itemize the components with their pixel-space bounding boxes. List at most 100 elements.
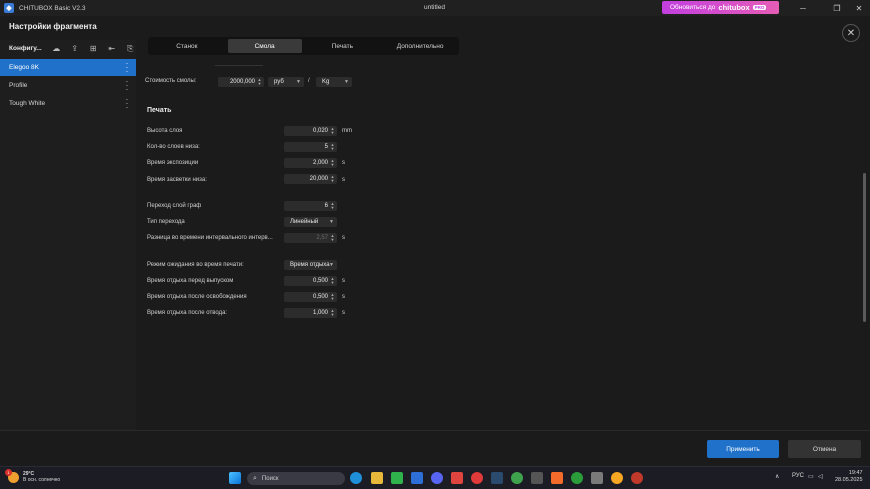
rest-after-lift-input[interactable]: 0,500 ▲ ▼ [284,292,337,302]
tab-machine[interactable]: Станок [150,39,224,53]
upgrade-brand: chitubox [718,3,750,12]
exposure-input[interactable]: 2,000 ▲ ▼ [284,158,337,168]
layer-height-value: 0,020 [312,128,328,134]
weight-unit-value: Kg [322,79,330,85]
close-icon: ✕ [855,3,863,13]
bottom-layers-input[interactable]: 5 ▲ ▼ [284,142,337,152]
spinner-arrows-icon[interactable]: ▲ ▼ [330,202,335,210]
network-icon[interactable]: ▭ [808,473,814,480]
wait-mode-label: Режим ожидания во время печати: [147,262,244,268]
chevron-down-icon: ▼ [329,219,334,225]
start-windows-icon[interactable] [229,472,241,484]
settings-tabs: Станок Смола Печать Дополнительно [148,37,459,55]
spinner-arrows-icon[interactable]: ▲ ▼ [330,309,335,317]
interval-diff-value: 2,57 [316,235,328,241]
spinner-arrows-icon[interactable]: ▲ ▼ [330,127,335,135]
transition-type-select[interactable]: Линейный ▼ [284,217,337,227]
weight-unit-select[interactable]: Kg ▼ [316,77,352,87]
spinner-arrows-icon[interactable]: ▲ ▼ [330,293,335,301]
app-icon[interactable] [591,472,603,484]
tray-chevron-icon[interactable]: ∧ [775,473,779,480]
excel-icon[interactable] [391,472,403,484]
clock-time: 19:47 [848,470,863,476]
more-options-icon[interactable]: · · · [125,60,129,76]
rest-before-lift-input[interactable]: 0,500 ▲ ▼ [284,276,337,286]
cloud-download-icon[interactable]: ☁ [51,43,63,55]
resin-cost-input[interactable]: 2000,000 ▲ ▼ [218,77,264,87]
exposure-value: 2,000 [312,160,328,166]
utorrent-icon[interactable] [511,472,523,484]
app-icon[interactable] [631,472,643,484]
language-indicator[interactable]: РУС [792,473,804,479]
print-section-title: Печать [147,107,172,114]
upgrade-text: Обновиться до [670,4,716,11]
wait-mode-select[interactable]: Время отдыха ▼ [284,260,337,270]
rest-after-retract-unit: s [342,310,345,316]
bottom-exposure-label: Время засветки низа: [147,177,207,183]
sidebar-item-profile[interactable]: Profile · · · [0,77,136,94]
bottom-exposure-input[interactable]: 20,000 ▲ ▼ [284,174,337,184]
minimize-icon: ─ [800,3,806,13]
config-label[interactable]: Конфигу... [9,45,44,52]
cancel-button[interactable]: Отмена [788,440,861,458]
tab-resin[interactable]: Смола [227,39,302,53]
app-icon[interactable] [611,472,623,484]
rest-before-lift-unit: s [342,278,345,284]
currency-select[interactable]: руб ▼ [268,77,304,87]
edge-icon[interactable] [350,472,362,484]
close-dialog-button[interactable]: ✕ [842,24,860,42]
weather-desc: В осн. солнечно [23,477,61,483]
pro-badge: PRO [752,5,767,10]
maximize-button[interactable]: ❐ [826,0,848,16]
add-profile-icon[interactable]: ⊞ [88,43,100,55]
chitubox-logo-icon: ◆ [4,3,14,13]
app-icon[interactable] [451,472,463,484]
import-icon[interactable]: ⇤ [106,43,118,55]
sun-icon: 1 [5,468,19,483]
taskbar-search[interactable]: ⌕ Поиск [247,472,345,485]
rest-after-lift-label: Время отдыха после освобождения [147,294,247,300]
tab-advanced[interactable]: Дополнительно [383,39,457,53]
currency-value: руб [274,79,284,85]
minimize-button[interactable]: ─ [792,0,814,16]
rest-after-retract-input[interactable]: 1,000 ▲ ▼ [284,308,337,318]
resin-cost-label: Стоимость смолы: [145,78,197,84]
spinner-arrows-icon[interactable]: ▲ ▼ [330,143,335,151]
cloud-upload-icon[interactable]: ⇪ [69,43,81,55]
app-icon[interactable] [531,472,543,484]
spinner-arrows-icon[interactable]: ▲ ▼ [330,277,335,285]
export-icon[interactable]: ⎘ [125,43,137,55]
weather-widget[interactable]: 1 29°C В осн. солнечно [5,468,61,483]
close-icon: ✕ [846,27,856,39]
scrollbar-thumb[interactable] [863,173,866,322]
sidebar-item-label: Tough White [9,100,46,107]
tab-print[interactable]: Печать [306,39,380,53]
windows-taskbar: 1 29°C В осн. солнечно ⌕ Поиск ∧ РУС ▭ ◁… [0,466,870,489]
xbox-icon[interactable] [571,472,583,484]
chitubox-taskbar-icon[interactable] [411,472,423,484]
bottom-layers-label: Кол-во слоев низа: [147,144,200,150]
sidebar-item-elegoo-8k[interactable]: Elegoo 8K · · · [0,59,136,76]
transition-layers-input[interactable]: 6 ▲ ▼ [284,201,337,211]
volume-icon[interactable]: ◁ [818,473,823,480]
sidebar-item-tough-white[interactable]: Tough White · · · [0,95,136,112]
app-name: CHITUBOX Basic V2.3 [19,4,86,12]
discord-icon[interactable] [431,472,443,484]
spinner-arrows-icon[interactable]: ▲ ▼ [330,159,335,167]
steam-icon[interactable] [491,472,503,484]
yandex-icon[interactable] [471,472,483,484]
layer-height-input[interactable]: 0,020 ▲ ▼ [284,126,337,136]
layer-height-label: Высота слоя [147,128,183,134]
brave-icon[interactable] [551,472,563,484]
close-window-button[interactable]: ✕ [848,0,870,16]
spinner-arrows-icon[interactable]: ▲ ▼ [257,78,262,86]
spinner-arrows-icon[interactable]: ▲ ▼ [330,175,335,183]
upgrade-button[interactable]: Обновиться до chitubox PRO [662,1,779,14]
more-options-icon[interactable]: · · · [125,96,129,112]
file-explorer-icon[interactable] [371,472,383,484]
more-options-icon[interactable]: · · · [125,78,129,94]
profile-sidebar: Конфигу... ☁ ⇪ ⊞ ⇤ ⎘ Elegoo 8K · · · Profi… [0,40,136,430]
apply-button[interactable]: Применить [707,440,779,458]
clock[interactable]: 19:47 28.05.2025 [835,470,863,484]
resin-cost-value: 2000,000 [229,79,255,85]
